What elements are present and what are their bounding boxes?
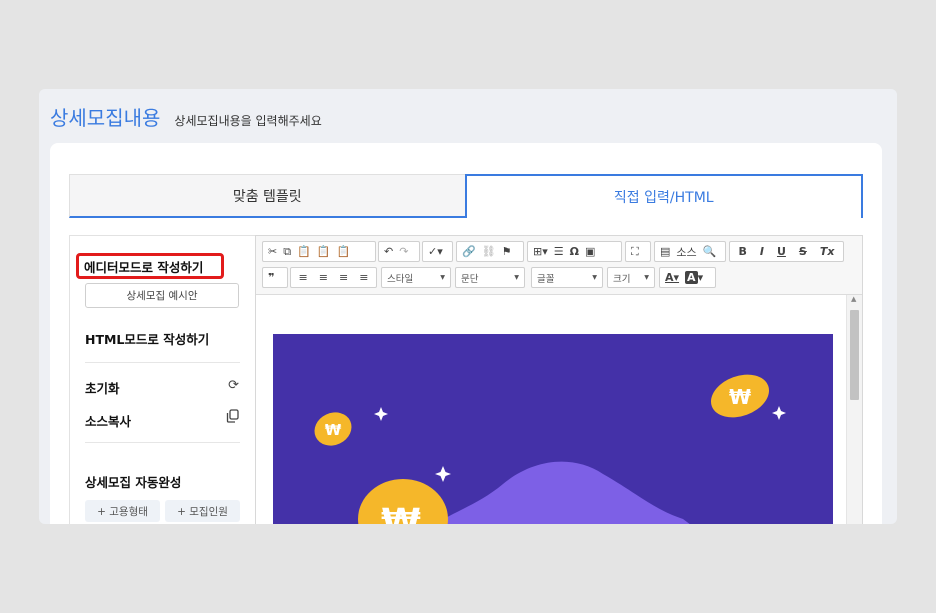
scroll-up-arrow-icon[interactable]: ▲	[851, 295, 856, 303]
reset-label: 초기화	[85, 381, 120, 396]
bg-color-button[interactable]: A ▾	[682, 271, 706, 284]
chevron-down-icon: ▾	[644, 272, 649, 283]
style-select-value: 스타일	[387, 273, 414, 285]
insert-group: ⊞▾ ☰ Ω ▣	[527, 241, 622, 262]
align-right-icon[interactable]: ≡	[336, 271, 351, 284]
section-header: 상세모집내용 상세모집내용을 입력해주세요	[50, 102, 322, 131]
link-group: 🔗 ⛓ ⚑	[456, 241, 524, 262]
sparkle-icon	[374, 407, 388, 421]
text-color-button[interactable]: A▾	[662, 271, 682, 284]
html-mode-option[interactable]: HTML모드로 작성하기	[85, 329, 209, 348]
format-select[interactable]: 문단 ▾	[455, 267, 525, 288]
sample-example-button[interactable]: 상세모집 예시안	[85, 283, 239, 308]
content-panel: 맞춤 템플릿 직접 입력/HTML 에디터모드로 작성하기 상세모집 예시안 H…	[50, 143, 882, 524]
detail-recruit-card: 상세모집내용 상세모집내용을 입력해주세요 맞춤 템플릿 직접 입력/HTML …	[39, 89, 897, 524]
style-select[interactable]: 스타일 ▾	[381, 267, 451, 288]
tag-employment-type[interactable]: + 고용형태	[85, 500, 160, 522]
source-icon[interactable]: ▤	[657, 245, 673, 258]
copy-icon[interactable]	[226, 409, 239, 427]
underline-button[interactable]: U	[774, 245, 789, 258]
editor-mode-option[interactable]: 에디터모드로 작성하기	[76, 253, 224, 279]
coin-icon-glyph: ₩	[729, 385, 751, 409]
copy-icon[interactable]: ⧉	[280, 245, 294, 259]
italic-button[interactable]: I	[757, 245, 767, 258]
horizontal-rule-icon[interactable]: ☰	[551, 245, 567, 258]
clear-format-button[interactable]: Tx	[817, 245, 838, 258]
align-group: ≡ ≡ ≡ ≡	[290, 267, 377, 288]
paste-icon[interactable]: 📋	[294, 245, 314, 258]
align-justify-icon[interactable]: ≡	[356, 271, 371, 284]
copy-source-label: 소스복사	[85, 414, 132, 429]
sidebar-divider	[85, 442, 240, 443]
preview-icon[interactable]: 🔍	[700, 245, 720, 258]
sparkle-icon	[435, 466, 451, 482]
clipboard-group: ✂ ⧉ 📋 📋 📋	[262, 241, 376, 262]
chevron-down-icon: ▾	[440, 272, 445, 283]
maximize-group: ⛶	[625, 241, 651, 262]
banner-image: ₩ ₩ ₩	[273, 334, 833, 524]
tab-direct-input-html[interactable]: 직접 입력/HTML	[464, 174, 863, 218]
section-subtitle: 상세모집내용을 입력해주세요	[174, 114, 322, 128]
coin-icon-glyph: ₩	[325, 421, 342, 439]
size-select[interactable]: 크기 ▾	[607, 267, 655, 288]
bold-button[interactable]: B	[736, 245, 750, 258]
source-button[interactable]: 소스	[673, 244, 699, 260]
paste-word-icon[interactable]: 📋	[333, 245, 353, 258]
spellcheck-icon[interactable]: ✓▾	[425, 245, 446, 258]
basic-style-group: B I U S Tx	[729, 241, 844, 262]
color-group: A▾ A ▾	[659, 267, 716, 288]
bg-color-label: A	[685, 271, 698, 284]
copy-source-row[interactable]: 소스복사	[85, 411, 131, 430]
sparkle-icon	[772, 406, 786, 420]
format-select-value: 문단	[461, 273, 479, 285]
tab-custom-template[interactable]: 맞춤 템플릿	[69, 174, 465, 218]
text-color-label: A	[665, 271, 674, 284]
chevron-down-icon: ▾	[514, 272, 519, 283]
sidebar-divider	[85, 362, 240, 363]
table-icon[interactable]: ⊞▾	[530, 245, 551, 258]
redo-icon[interactable]: ↷	[396, 245, 411, 258]
source-group: ▤ 소스 🔍	[654, 241, 726, 262]
copy-icon-svg	[226, 409, 239, 423]
tag-headcount[interactable]: + 모집인원	[165, 500, 240, 522]
anchor-flag-icon[interactable]: ⚑	[499, 245, 515, 258]
autocomplete-title: 상세모집 자동완성	[85, 475, 182, 490]
mode-sidebar: 에디터모드로 작성하기 상세모집 예시안 HTML모드로 작성하기 초기화 ⟳ …	[69, 235, 255, 524]
tab-bar: 맞춤 템플릿 직접 입력/HTML	[69, 174, 863, 218]
section-title: 상세모집내용	[50, 106, 161, 130]
image-icon[interactable]: ▣	[582, 245, 598, 258]
editor-toolbar: ✂ ⧉ 📋 📋 📋 ↶ ↷ ✓▾ 🔗 ⛓ ⚑ ⊞▾ ☰ Ω ▣ ⛶ ▤ 소스 🔍…	[256, 236, 862, 295]
history-group: ↶ ↷	[378, 241, 420, 262]
link-icon[interactable]: 🔗	[459, 245, 479, 258]
maximize-icon[interactable]: ⛶	[628, 245, 642, 259]
font-select-value: 글꼴	[537, 273, 555, 285]
blockquote-icon[interactable]: ❞	[265, 271, 277, 284]
font-select[interactable]: 글꼴 ▾	[531, 267, 603, 288]
rich-text-editor: ✂ ⧉ 📋 📋 📋 ↶ ↷ ✓▾ 🔗 ⛓ ⚑ ⊞▾ ☰ Ω ▣ ⛶ ▤ 소스 🔍…	[255, 235, 863, 524]
chevron-down-icon: ▾	[592, 272, 597, 283]
unlink-icon[interactable]: ⛓	[479, 245, 499, 258]
size-select-value: 크기	[613, 273, 631, 285]
purple-wave-shape	[435, 461, 690, 524]
banner-illustration: ₩ ₩ ₩	[314, 374, 786, 524]
coin-icon-glyph: ₩	[381, 502, 421, 524]
align-center-icon[interactable]: ≡	[316, 271, 331, 284]
paste-text-icon[interactable]: 📋	[314, 245, 334, 258]
spellcheck-group: ✓▾	[422, 241, 453, 262]
special-char-icon[interactable]: Ω	[567, 245, 582, 258]
reset-row[interactable]: 초기화	[85, 378, 240, 397]
editor-content-area[interactable]: ₩ ₩ ₩ ▲	[256, 295, 862, 524]
undo-icon[interactable]: ↶	[381, 245, 396, 258]
editor-scrollbar[interactable]: ▲	[846, 295, 862, 524]
cut-icon[interactable]: ✂	[265, 245, 280, 258]
scroll-thumb[interactable]	[850, 310, 859, 400]
align-left-icon[interactable]: ≡	[296, 271, 311, 284]
blockquote-group: ❞	[262, 267, 288, 288]
strike-button[interactable]: S	[796, 245, 810, 258]
refresh-icon[interactable]: ⟳	[228, 378, 239, 393]
